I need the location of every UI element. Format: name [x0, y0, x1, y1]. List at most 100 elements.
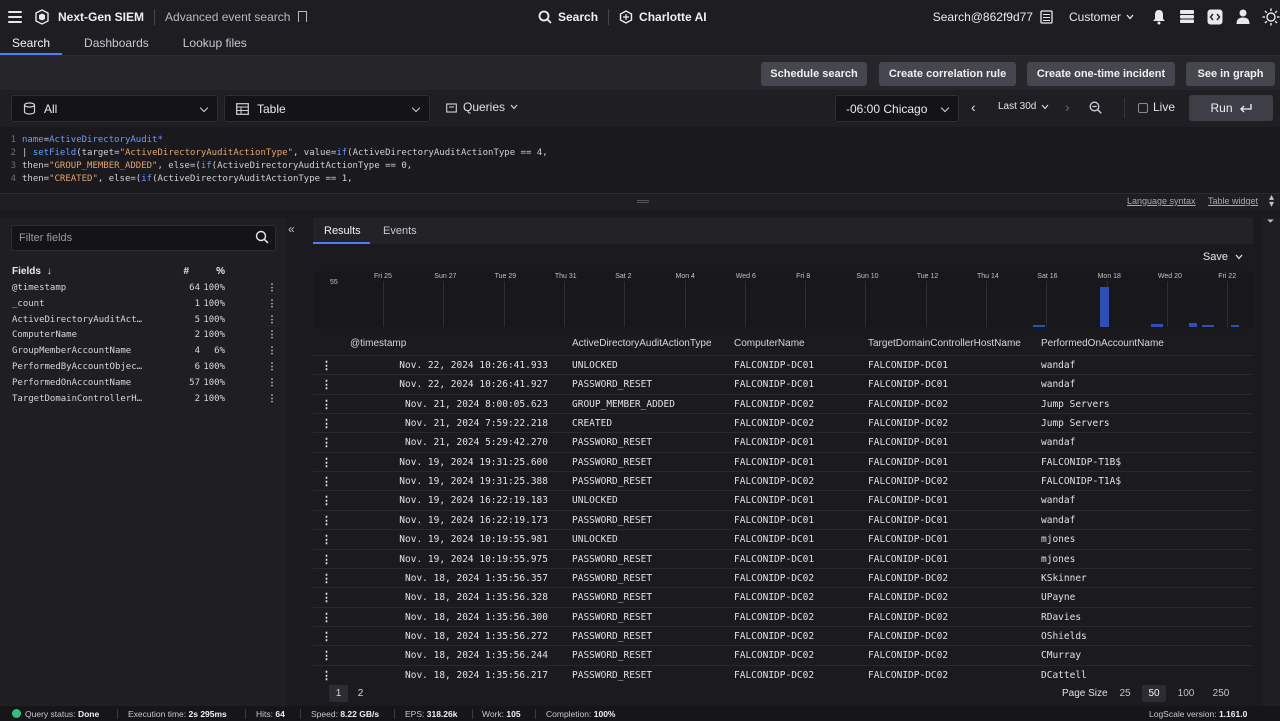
- tab-events[interactable]: Events: [383, 225, 417, 237]
- tab-search[interactable]: Search: [0, 33, 63, 55]
- field-name[interactable]: TargetDomainControllerH…: [12, 394, 142, 404]
- user-session-label[interactable]: Search@862f9d77: [933, 10, 1033, 24]
- field-row[interactable]: ActiveDirectoryAuditAct… 5 100% ⋮: [12, 313, 277, 329]
- schedule-search-button[interactable]: Schedule search: [761, 62, 867, 86]
- create-correlation-rule-button[interactable]: Create correlation rule: [879, 62, 1016, 86]
- page-size-50[interactable]: 50: [1142, 685, 1166, 702]
- theme-sun-icon[interactable]: [1262, 8, 1280, 26]
- tab-lookup-files[interactable]: Lookup files: [171, 33, 259, 55]
- zoom-out-icon[interactable]: [1089, 101, 1102, 117]
- field-name[interactable]: @timestamp: [12, 283, 142, 293]
- filter-funnel-icon[interactable]: ⏷: [1267, 216, 1274, 227]
- query-line[interactable]: 1 name = ActiveDirectoryAudit*: [0, 134, 1280, 147]
- page-size-250[interactable]: 250: [1208, 685, 1234, 702]
- charlotte-ai-button[interactable]: Charlotte AI: [619, 10, 707, 24]
- row-menu-icon[interactable]: ⋮: [321, 475, 332, 488]
- field-row[interactable]: PerformedOnAccountName 57 100% ⋮: [12, 376, 277, 392]
- row-menu-icon[interactable]: ⋮: [321, 572, 332, 585]
- repository-select[interactable]: All: [11, 95, 218, 122]
- row-menu-icon[interactable]: ⋮: [321, 378, 332, 391]
- kebab-menu-icon[interactable]: ⋮: [267, 283, 277, 293]
- column-header[interactable]: TargetDomainControllerHostName: [868, 338, 1021, 349]
- developer-code-icon[interactable]: [1206, 8, 1224, 26]
- histogram-bar[interactable]: [1033, 325, 1045, 327]
- collapse-panel-icon[interactable]: «: [288, 222, 295, 236]
- histogram-bar[interactable]: [1231, 325, 1239, 327]
- tab-dashboards[interactable]: Dashboards: [72, 33, 161, 55]
- histogram-bar[interactable]: [1100, 287, 1109, 327]
- see-in-graph-button[interactable]: See in graph: [1186, 62, 1275, 86]
- query-line[interactable]: 4 then= "CREATED", else=(if (ActiveDirector…: [0, 173, 1280, 186]
- column-header[interactable]: ComputerName: [734, 338, 805, 349]
- column-header[interactable]: ActiveDirectoryAuditActionType: [572, 338, 712, 349]
- row-menu-icon[interactable]: ⋮: [321, 591, 332, 604]
- kebab-menu-icon[interactable]: ⋮: [267, 378, 277, 388]
- table-row[interactable]: ⋮ Nov. 21, 2024 5:29:42.270 PASSWORD_RESET…: [313, 432, 1253, 451]
- field-name[interactable]: ActiveDirectoryAuditAct…: [12, 315, 142, 325]
- histogram-bar[interactable]: [1151, 324, 1163, 327]
- page-1-button[interactable]: 1: [329, 685, 348, 702]
- kebab-menu-icon[interactable]: ⋮: [267, 346, 277, 356]
- kebab-menu-icon[interactable]: ⋮: [267, 299, 277, 309]
- row-menu-icon[interactable]: ⋮: [321, 514, 332, 527]
- create-incident-button[interactable]: Create one-time incident: [1027, 62, 1175, 86]
- live-checkbox[interactable]: [1138, 103, 1148, 113]
- editor-resize-bar[interactable]: Language syntax Table widget ▴ ▾: [0, 193, 1280, 210]
- row-menu-icon[interactable]: ⋮: [321, 553, 332, 566]
- histogram-bar[interactable]: [1202, 325, 1214, 327]
- search-icon[interactable]: [255, 230, 269, 244]
- sort-down-icon[interactable]: ↓: [47, 266, 52, 277]
- row-menu-icon[interactable]: ⋮: [321, 398, 332, 411]
- table-row[interactable]: ⋮ Nov. 19, 2024 10:19:55.981 UNLOCKED FALCO…: [313, 529, 1253, 548]
- chevron-left-icon[interactable]: ‹: [971, 99, 976, 115]
- field-name[interactable]: _count: [12, 299, 142, 309]
- histogram-bar[interactable]: [1189, 323, 1197, 327]
- queries-dropdown[interactable]: Queries: [446, 100, 518, 114]
- table-row[interactable]: ⋮ Nov. 22, 2024 10:26:41.933 UNLOCKED FALCO…: [313, 355, 1253, 374]
- timezone-select[interactable]: -06:00 Chicago: [835, 95, 959, 122]
- field-row[interactable]: ComputerName 2 100% ⋮: [12, 328, 277, 344]
- view-select[interactable]: Table: [224, 95, 430, 122]
- messages-icon[interactable]: [1178, 8, 1196, 26]
- table-row[interactable]: ⋮ Nov. 18, 2024 1:35:56.300 PASSWORD_RESET…: [313, 606, 1253, 626]
- event-histogram[interactable]: 55 Fri 25 Sun 27 Tue 29 Thu 31 Sat 2 Mon 4 Wed…: [313, 271, 1253, 329]
- calculator-icon[interactable]: [1038, 8, 1056, 26]
- table-widget-link[interactable]: Table widget: [1208, 196, 1258, 206]
- table-row[interactable]: ⋮ Nov. 18, 2024 1:35:56.357 PASSWORD_RESET…: [313, 567, 1253, 587]
- field-name[interactable]: PerformedByAccountObjec…: [12, 362, 142, 372]
- user-icon[interactable]: [1234, 8, 1252, 26]
- field-row[interactable]: @timestamp 64 100% ⋮: [12, 281, 277, 297]
- query-line[interactable]: 3 then= "GROUP_MEMBER_ADDED", else=(if (Act…: [0, 160, 1280, 173]
- chevron-right-icon[interactable]: ›: [1065, 99, 1070, 115]
- fields-column-header[interactable]: Fields: [12, 266, 41, 277]
- row-menu-icon[interactable]: ⋮: [321, 611, 332, 624]
- expand-vertical-icon[interactable]: ▴ ▾: [1269, 193, 1274, 210]
- field-row[interactable]: _count 1 100% ⋮: [12, 297, 277, 313]
- row-menu-icon[interactable]: ⋮: [321, 533, 332, 546]
- table-row[interactable]: ⋮ Nov. 18, 2024 1:35:56.217 PASSWORD_RESET…: [313, 664, 1253, 684]
- query-line[interactable]: 2 | setField (target= "ActiveDirectoryAudit…: [0, 147, 1280, 160]
- kebab-menu-icon[interactable]: ⋮: [267, 362, 277, 372]
- bell-icon[interactable]: [1150, 8, 1168, 26]
- save-dropdown[interactable]: Save: [1203, 251, 1243, 263]
- row-menu-icon[interactable]: ⋮: [321, 649, 332, 662]
- bookmark-icon[interactable]: [298, 11, 308, 22]
- row-menu-icon[interactable]: ⋮: [321, 669, 332, 682]
- page-size-25[interactable]: 25: [1116, 685, 1134, 702]
- run-button[interactable]: Run: [1189, 95, 1273, 121]
- field-row[interactable]: TargetDomainControllerH… 2 100% ⋮: [12, 392, 277, 408]
- row-menu-icon[interactable]: ⋮: [321, 417, 332, 430]
- page-size-100[interactable]: 100: [1174, 685, 1198, 702]
- table-row[interactable]: ⋮ Nov. 19, 2024 10:19:55.975 PASSWORD_RESE…: [313, 548, 1253, 568]
- row-menu-icon[interactable]: ⋮: [321, 456, 332, 469]
- customer-dropdown[interactable]: Customer: [1069, 10, 1121, 24]
- menu-icon[interactable]: [8, 10, 22, 23]
- column-header[interactable]: @timestamp: [350, 338, 406, 349]
- row-menu-icon[interactable]: ⋮: [321, 436, 332, 449]
- row-menu-icon[interactable]: ⋮: [321, 494, 332, 507]
- row-menu-icon[interactable]: ⋮: [321, 359, 332, 372]
- language-syntax-link[interactable]: Language syntax: [1127, 196, 1196, 206]
- table-row[interactable]: ⋮ Nov. 18, 2024 1:35:56.272 PASSWORD_RESET…: [313, 625, 1253, 645]
- time-range-dropdown[interactable]: Last 30d: [998, 101, 1049, 112]
- column-header[interactable]: PerformedOnAccountName: [1041, 338, 1164, 349]
